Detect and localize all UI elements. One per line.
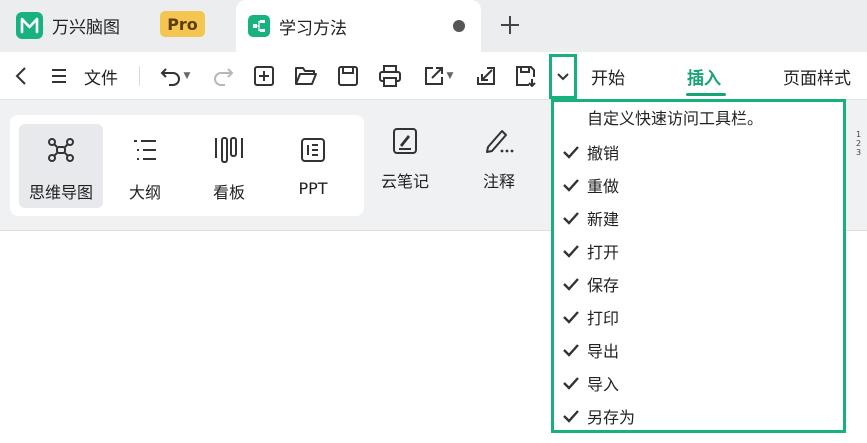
- check-icon: [554, 145, 587, 159]
- view-kanban-label: 看板: [212, 183, 245, 202]
- view-ppt-button[interactable]: PPT: [271, 124, 355, 208]
- back-button[interactable]: [8, 52, 34, 100]
- new-icon: [254, 66, 274, 86]
- app-tab[interactable]: 万兴脑图: [0, 0, 120, 50]
- import-button[interactable]: [472, 52, 500, 100]
- open-folder-icon: [295, 67, 317, 85]
- doc-tab-title: 学习方法: [279, 18, 347, 39]
- menu-item-label: 新建: [587, 209, 620, 229]
- file-menu-label: 文件: [84, 68, 118, 89]
- outline-icon: [132, 135, 158, 165]
- check-icon: [554, 277, 587, 291]
- view-mindmap-label: 思维导图: [28, 183, 93, 202]
- numbering-icon-partial[interactable]: 1 2 3: [856, 130, 861, 157]
- print-button[interactable]: [376, 52, 404, 100]
- view-switcher: 思维导图 大纲 看板 PPT: [10, 115, 364, 216]
- quick-access-menu-title: 自定义快速访问工具栏。: [587, 109, 764, 128]
- open-button[interactable]: [292, 52, 320, 100]
- check-icon: [554, 343, 587, 357]
- menu-item-label: 打开: [587, 242, 620, 262]
- save-button[interactable]: [335, 52, 361, 100]
- ppt-icon: [300, 135, 326, 165]
- undo-icon: [160, 68, 180, 86]
- menu-item-save-as[interactable]: 另存为: [554, 399, 843, 432]
- menu-icon: [52, 69, 66, 83]
- kanban-icon: [214, 135, 244, 165]
- menu-button[interactable]: [46, 52, 72, 100]
- tab-start[interactable]: 开始: [591, 52, 625, 100]
- customize-toolbar-dropdown-button[interactable]: [549, 54, 577, 99]
- undo-button[interactable]: ▼: [154, 52, 196, 100]
- caret-down-icon: ▼: [446, 71, 454, 81]
- view-outline-label: 大纲: [128, 183, 161, 202]
- redo-icon: [214, 68, 234, 86]
- pro-badge[interactable]: Pro: [160, 11, 205, 37]
- mindmap-icon: [47, 135, 75, 165]
- annotation-button[interactable]: 注释: [464, 127, 534, 192]
- view-outline-button[interactable]: 大纲: [103, 124, 187, 208]
- check-icon: [554, 178, 587, 192]
- check-icon: [554, 376, 587, 390]
- tab-page-style[interactable]: 页面样式: [783, 52, 851, 100]
- save-as-button[interactable]: [512, 52, 540, 100]
- save-as-icon: [516, 66, 536, 87]
- plus-icon: [501, 16, 519, 34]
- cloud-note-icon: [393, 128, 417, 154]
- check-icon: [554, 310, 587, 324]
- view-kanban-button[interactable]: 看板: [187, 124, 271, 208]
- menu-item-label: 打印: [587, 308, 620, 328]
- menu-item-label: 另存为: [587, 407, 636, 427]
- menu-item-save[interactable]: 保存: [554, 267, 843, 300]
- unsaved-dot-icon[interactable]: [453, 20, 465, 32]
- caret-down-icon: ▼: [183, 71, 191, 81]
- menu-item-undo[interactable]: 撤销: [554, 135, 843, 168]
- cloud-note-label: 云笔记: [380, 172, 429, 191]
- menu-item-label: 导入: [587, 374, 620, 394]
- menu-item-label: 撤销: [587, 143, 620, 163]
- print-icon: [379, 65, 401, 87]
- check-icon: [554, 409, 587, 423]
- menu-item-label: 保存: [587, 275, 620, 295]
- doc-tab[interactable]: 学习方法: [236, 0, 481, 52]
- redo-button[interactable]: [210, 52, 236, 100]
- annotation-icon: [486, 130, 514, 153]
- menu-item-label: 导出: [587, 341, 620, 361]
- app-logo-icon: [16, 11, 43, 39]
- export-button[interactable]: ▼: [418, 52, 458, 100]
- tab-start-label: 开始: [591, 68, 625, 89]
- menu-item-print[interactable]: 打印: [554, 300, 843, 333]
- save-icon: [338, 66, 358, 86]
- view-ppt-label: PPT: [298, 179, 328, 198]
- new-tab-button[interactable]: [497, 12, 523, 38]
- toolbar-divider: [139, 66, 140, 86]
- chevron-down-icon: [557, 72, 569, 80]
- menu-item-redo[interactable]: 重做: [554, 168, 843, 201]
- customize-quick-access-menu: 自定义快速访问工具栏。 撤销 重做 新建 打开 保存 打印 导出 导入 另存为: [551, 99, 846, 433]
- mindmap-file-icon: [248, 15, 270, 37]
- menu-item-open[interactable]: 打开: [554, 234, 843, 267]
- tab-insert-label: 插入: [687, 68, 721, 89]
- menu-item-label: 重做: [587, 176, 620, 196]
- menu-item-export[interactable]: 导出: [554, 333, 843, 366]
- file-menu[interactable]: 文件: [80, 52, 122, 100]
- menu-item-new[interactable]: 新建: [554, 201, 843, 234]
- check-icon: [554, 211, 587, 225]
- check-icon: [554, 244, 587, 258]
- new-button[interactable]: [251, 52, 277, 100]
- app-name: 万兴脑图: [52, 17, 120, 38]
- tab-bar: 万兴脑图 Pro 学习方法: [0, 0, 867, 52]
- annotation-label: 注释: [482, 172, 515, 191]
- cloud-note-button[interactable]: 云笔记: [370, 127, 440, 192]
- tab-page-style-label: 页面样式: [783, 68, 851, 89]
- export-icon: [424, 67, 443, 85]
- view-mindmap-button[interactable]: 思维导图: [19, 124, 103, 208]
- back-icon: [15, 67, 26, 85]
- active-tab-indicator: [686, 93, 726, 96]
- menu-item-import[interactable]: 导入: [554, 366, 843, 399]
- toolbar: 文件 ▼ ▼: [0, 52, 867, 100]
- import-icon: [477, 67, 495, 85]
